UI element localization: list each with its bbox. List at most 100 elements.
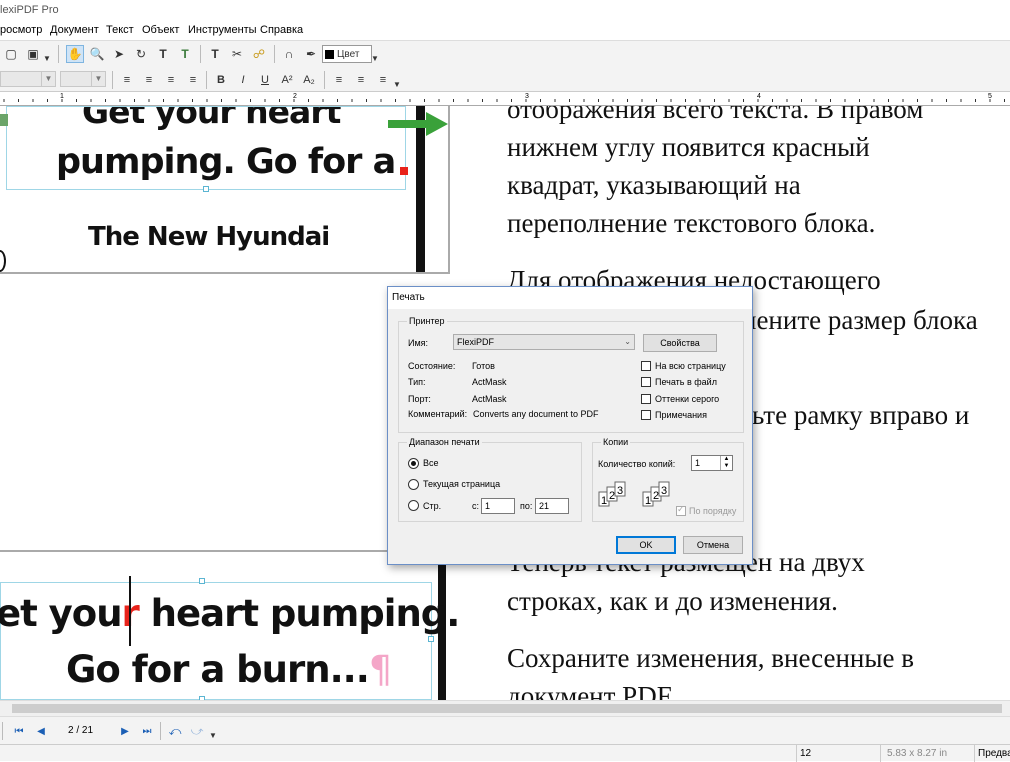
printer-name-select[interactable]: FlexiPDF ⌄ (453, 334, 635, 350)
chevron-down-icon: ▼ (41, 72, 55, 86)
hand-tool-icon[interactable]: ✋ (66, 45, 84, 63)
to-page-field[interactable]: 21 (535, 498, 569, 514)
radio-label: Текущая страница (423, 479, 501, 489)
range-pages-radio[interactable] (408, 500, 419, 511)
font-size-select[interactable]: ▼ (60, 71, 106, 87)
underline-icon[interactable]: U (256, 71, 274, 89)
state-value: Готов (472, 361, 495, 371)
range-all-radio[interactable] (408, 458, 419, 469)
scrollbar-thumb[interactable] (12, 704, 1002, 713)
align-justify-icon[interactable]: ≡ (184, 71, 202, 89)
color-swatch (325, 49, 334, 59)
spinner-arrows-icon[interactable]: ▲ ▼ (720, 456, 732, 470)
indent-icon[interactable]: ≡ (352, 71, 370, 89)
ruler-label: 3 (525, 93, 529, 100)
paragraph-line: нижнем углу появится красный (507, 132, 870, 162)
cancel-button[interactable]: Отмена (683, 536, 743, 554)
spell-check-icon[interactable]: T (206, 45, 224, 63)
left-marker (0, 114, 8, 126)
comment-value: Converts any document to PDF (473, 409, 599, 419)
grayscale-checkbox[interactable] (641, 394, 651, 404)
first-page-icon[interactable]: ⏮ (10, 722, 28, 740)
page-indicator[interactable]: 2 / 21 (68, 725, 93, 736)
ad-text: et you (0, 592, 123, 635)
crop-icon[interactable]: ✂ (228, 45, 246, 63)
superscript-icon[interactable]: A² (278, 71, 296, 89)
resize-handle[interactable] (203, 186, 209, 192)
forward-icon[interactable]: ⤻ (188, 722, 206, 740)
copies-value: 1 (695, 458, 701, 468)
separator (274, 45, 275, 63)
menu-document[interactable]: Документ (50, 24, 99, 36)
fit-page-checkbox[interactable] (641, 361, 651, 371)
font-select[interactable]: ▼ (0, 71, 56, 87)
image-frame-top[interactable]: Get your heart pumping. Go for a The New… (0, 106, 450, 274)
pilcrow-mark: ¶ (368, 648, 393, 691)
rotate-icon[interactable]: ↻ (132, 45, 150, 63)
print-to-file-checkbox[interactable] (641, 377, 651, 387)
ok-button[interactable]: OK (616, 536, 676, 554)
page-layout-icon[interactable]: ▣ (24, 45, 42, 63)
ad-line-2: pumping. Go for a (56, 142, 396, 182)
image-frame-bottom[interactable]: et your heart pumping. Go for a burn...¶ (0, 550, 460, 700)
group-label: Копии (601, 437, 631, 447)
align-right-icon[interactable]: ≡ (162, 71, 180, 89)
italic-icon[interactable]: I (234, 71, 252, 89)
align-center-icon[interactable]: ≡ (140, 71, 158, 89)
divider (974, 745, 975, 762)
list-icon[interactable]: ≡ (330, 71, 348, 89)
spacing-icon[interactable]: ≡ (374, 71, 392, 89)
ruler-label: 2 (293, 93, 297, 100)
separator (58, 45, 59, 63)
dropdown-arrow-icon[interactable]: ▼ (392, 75, 402, 93)
page-view-icon[interactable]: ▢ (2, 45, 20, 63)
subscript-icon[interactable]: A₂ (300, 71, 318, 89)
prev-page-icon[interactable]: ◀ (32, 722, 50, 740)
divider (796, 745, 797, 762)
svg-text:2: 2 (609, 490, 615, 502)
next-page-icon[interactable]: ▶ (116, 722, 134, 740)
paragraph-line: строках, как и до изменения. (507, 586, 838, 616)
dropdown-arrow-icon[interactable]: ▼ (208, 726, 218, 744)
collate-checkbox[interactable]: ✓ (676, 504, 686, 516)
from-page-field[interactable]: 1 (481, 498, 515, 514)
resize-handle[interactable] (199, 578, 205, 584)
overflow-indicator[interactable] (400, 167, 408, 175)
menu-help[interactable]: Справка (260, 24, 303, 36)
zoom-value: 12 (800, 748, 812, 759)
copies-spinner[interactable]: 1 ▲ ▼ (691, 455, 733, 471)
select-arrow-icon[interactable]: ➤ (110, 45, 128, 63)
horizontal-scrollbar[interactable] (0, 700, 1010, 716)
comment-label: Комментарий: (408, 409, 468, 419)
divider (880, 745, 881, 762)
ad-text: heart pumping. (138, 592, 461, 635)
radio-label: Стр. (423, 501, 442, 511)
dropdown-arrow-icon[interactable]: ▼ (42, 49, 52, 67)
svg-text:3: 3 (617, 485, 623, 497)
text-frame-icon[interactable]: T (176, 45, 194, 63)
text-tool-icon[interactable]: T (154, 45, 172, 63)
menu-tools[interactable]: Инструменты (188, 24, 257, 36)
collate-pages-icon: 1 2 3 1 2 3 (598, 481, 670, 507)
properties-button[interactable]: Свойства (643, 334, 717, 352)
annotations-checkbox[interactable] (641, 410, 651, 420)
text-cursor (129, 576, 131, 646)
resize-handle[interactable] (428, 636, 434, 642)
curve-tool-icon[interactable]: ∩ (280, 45, 298, 63)
zoom-icon[interactable]: 🔍 (88, 45, 106, 63)
menu-text[interactable]: Текст (106, 24, 134, 36)
menu-object[interactable]: Объект (142, 24, 179, 36)
eyedropper-icon[interactable]: ✒ (302, 45, 320, 63)
link-icon[interactable]: ☍ (250, 45, 268, 63)
last-page-icon[interactable]: ⏭ (138, 722, 156, 740)
group-label: Диапазон печати (407, 437, 482, 447)
color-picker-button[interactable]: Цвет (322, 45, 372, 63)
color-dropdown-icon[interactable]: ▼ (370, 49, 380, 67)
align-left-icon[interactable]: ≡ (118, 71, 136, 89)
bold-icon[interactable]: B (212, 71, 230, 89)
range-current-radio[interactable] (408, 479, 419, 490)
menu-view[interactable]: росмотр (0, 24, 42, 36)
back-icon[interactable]: ⤺ (166, 722, 184, 740)
paragraph-line: Сохраните изменения, внесенные в (507, 643, 914, 673)
main-toolbar: ▢ ▣ ▼ ✋ 🔍 ➤ ↻ T T T ✂ ☍ ∩ ✒ Цвет ▼ (0, 40, 1010, 68)
